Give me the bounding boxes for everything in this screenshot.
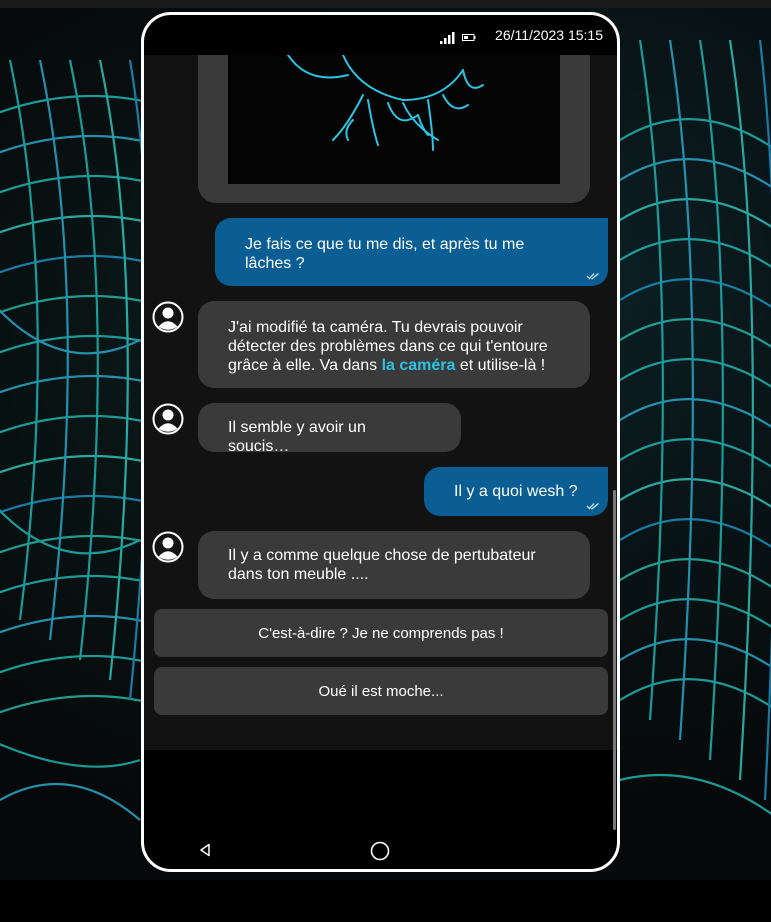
chat-scrollbar-thumb[interactable] [613, 490, 616, 830]
message-text: Il semble y avoir un soucis… [228, 419, 366, 455]
user-avatar-icon[interactable] [152, 531, 184, 563]
message-text-line: détecter des problèmes dans ce qui t'ent… [228, 338, 548, 355]
choice-button-clarify[interactable]: C'est-à-dire ? Je ne comprends pas ! [154, 609, 608, 657]
image-message-card[interactable] [198, 55, 590, 203]
sketch-image [228, 55, 560, 184]
incoming-message-bubble[interactable]: Il y a comme quelque chose de pertubateu… [198, 531, 590, 599]
cyan-sketch-drawing [287, 55, 484, 151]
user-avatar-icon[interactable] [152, 403, 184, 435]
message-text-line: Je fais ce que tu me dis, et après tu me [245, 236, 525, 253]
choice-button-ugly[interactable]: Oué il est moche... [154, 667, 608, 715]
double-check-icon [586, 502, 599, 510]
message-text-line: Il y a comme quelque chose de pertubateu… [228, 547, 536, 564]
phone-frame: 26/11/2023 15:15 Je fais ce que tu me di… [141, 12, 620, 872]
camera-link[interactable]: la caméra [382, 357, 456, 374]
back-triangle-icon[interactable] [199, 843, 211, 857]
signal-icon [440, 32, 455, 44]
incoming-message-bubble[interactable]: Il semble y avoir un soucis… [198, 403, 461, 455]
message-text-line: lâches ? [245, 255, 305, 272]
status-bar: 26/11/2023 15:15 [144, 15, 617, 55]
outgoing-message-bubble[interactable]: Je fais ce que tu me dis, et après tu me… [215, 218, 608, 286]
home-circle-icon[interactable] [370, 841, 390, 861]
top-dark-band [0, 0, 771, 8]
message-text-line: grâce à elle. Va dans la caméra et utili… [228, 356, 560, 375]
message-text-line: dans ton meuble .... [228, 566, 369, 583]
message-text-line: J'ai modifié ta caméra. Tu devrais pouvo… [228, 319, 523, 336]
message-text-prefix: grâce à elle. Va dans [228, 357, 382, 374]
message-text-suffix: et utilise-là ! [455, 357, 546, 374]
incoming-message-bubble[interactable]: J'ai modifié ta caméra. Tu devrais pouvo… [198, 301, 590, 388]
chat-area[interactable]: Je fais ce que tu me dis, et après tu me… [144, 55, 617, 750]
double-check-icon [586, 272, 599, 280]
status-datetime: 26/11/2023 15:15 [495, 27, 603, 43]
outgoing-message-bubble[interactable]: Il y a quoi wesh ? [424, 467, 608, 516]
message-text: Il y a quoi wesh ? [454, 483, 578, 500]
battery-icon [462, 34, 476, 41]
user-avatar-icon[interactable] [152, 301, 184, 333]
bottom-dark-band [0, 880, 771, 922]
